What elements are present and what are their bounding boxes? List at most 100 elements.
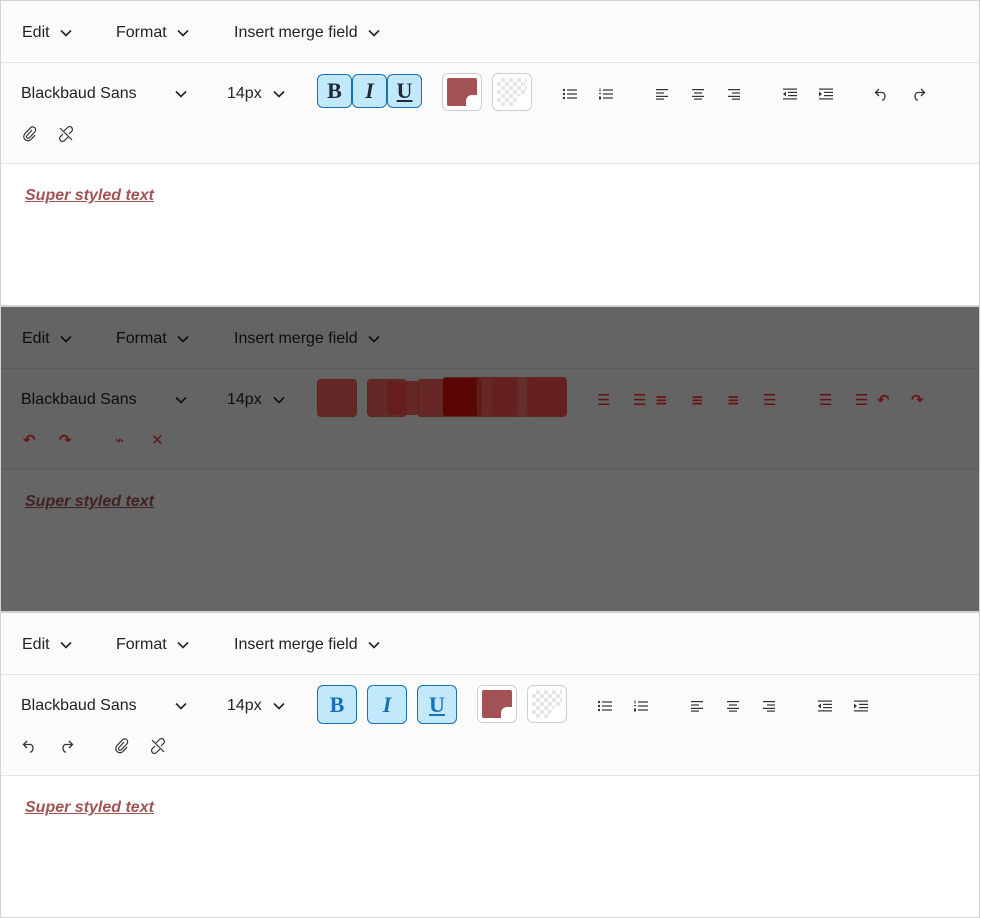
bold-button[interactable]: B — [317, 685, 357, 724]
unlink-icon[interactable] — [56, 124, 76, 144]
font-size-value: 14px — [227, 85, 262, 102]
chevron-down-icon — [60, 641, 72, 649]
font-family-select[interactable]: Blackbaud Sans — [21, 389, 187, 411]
chevron-down-icon — [175, 702, 187, 710]
indent-icon[interactable] — [816, 84, 836, 104]
insert-merge-field-menu[interactable]: Insert merge field — [234, 328, 380, 350]
menu-bar: Edit Format Insert merge field — [1, 613, 979, 675]
editor-content[interactable]: Super styled text — [1, 776, 979, 917]
font-color-picker[interactable] — [442, 73, 482, 111]
redo-icon[interactable]: ↷ — [911, 392, 924, 408]
indent-icon[interactable]: ☰ — [855, 392, 868, 408]
outdent-icon[interactable] — [780, 84, 800, 104]
chevron-down-icon — [175, 90, 187, 98]
chevron-down-icon — [368, 29, 380, 37]
edit-menu-label: Edit — [22, 636, 50, 653]
styled-text: Super styled text — [25, 799, 154, 816]
align-right-icon[interactable] — [759, 696, 779, 716]
editor-content[interactable]: Super styled text — [1, 164, 979, 305]
link-icon[interactable] — [112, 736, 132, 756]
indent-icon[interactable] — [851, 696, 871, 716]
align-center-icon[interactable] — [723, 696, 743, 716]
styled-text: Super styled text — [25, 493, 154, 510]
rich-text-editor: Edit Format Insert merge field Blackbaud… — [0, 0, 980, 306]
font-size-select[interactable]: 14px — [227, 83, 285, 105]
format-menu[interactable]: Format — [116, 634, 189, 656]
numbered-list-icon[interactable]: ☰ — [633, 392, 646, 408]
link-icon[interactable]: ⌁ — [115, 432, 124, 448]
picker-corner-icon — [516, 95, 528, 107]
bullet-list-icon[interactable] — [560, 84, 580, 104]
background-color-picker[interactable] — [527, 685, 567, 723]
link-icon[interactable] — [20, 124, 40, 144]
redo-icon[interactable] — [56, 736, 76, 756]
undo-icon[interactable] — [872, 84, 892, 104]
align-center-icon[interactable]: ≡ — [691, 392, 704, 408]
edit-menu[interactable]: Edit — [22, 22, 72, 44]
bold-label: B — [327, 78, 342, 103]
edit-menu-label: Edit — [22, 24, 50, 41]
font-family-select[interactable]: Blackbaud Sans — [21, 695, 187, 717]
chevron-down-icon — [368, 641, 380, 649]
font-size-value: 14px — [227, 391, 262, 408]
italic-label: I — [365, 78, 374, 103]
align-left-icon[interactable] — [652, 84, 672, 104]
numbered-list-icon[interactable] — [631, 696, 651, 716]
unlink-icon[interactable]: ✕ — [151, 432, 164, 448]
redo-icon[interactable]: ↷ — [59, 432, 72, 448]
rich-text-editor-highlighted: Edit Format Insert merge field Blackbaud… — [0, 306, 980, 612]
bullet-list-icon[interactable]: ☰ — [597, 392, 610, 408]
font-family-value: Blackbaud Sans — [21, 85, 137, 102]
bold-label: B — [329, 691, 345, 717]
align-right-icon[interactable]: ≡ — [727, 392, 740, 408]
indent-icon[interactable]: ☰ — [819, 392, 832, 408]
font-size-value: 14px — [227, 697, 262, 714]
font-color-picker-highlight[interactable] — [442, 377, 482, 417]
styled-text: Super styled text — [25, 187, 154, 204]
italic-button[interactable]: I — [352, 74, 387, 108]
redo-icon[interactable] — [908, 84, 928, 104]
outdent-icon[interactable]: ☰ — [763, 392, 776, 408]
chevron-down-icon — [177, 641, 189, 649]
undo-icon[interactable]: ↶ — [877, 392, 890, 408]
align-right-icon[interactable] — [724, 84, 744, 104]
format-menu-label: Format — [116, 330, 167, 347]
bullet-list-icon[interactable] — [595, 696, 615, 716]
font-size-select[interactable]: 14px — [227, 389, 285, 411]
format-menu-label: Format — [116, 24, 167, 41]
format-menu[interactable]: Format — [116, 22, 189, 44]
background-color-picker-highlight[interactable] — [527, 377, 567, 417]
align-center-icon[interactable] — [688, 84, 708, 104]
edit-menu[interactable]: Edit — [22, 634, 72, 656]
rich-text-editor: Edit Format Insert merge field Blackbaud… — [0, 612, 980, 918]
chevron-down-icon — [175, 396, 187, 404]
italic-button[interactable]: I — [367, 685, 407, 724]
undo-icon[interactable] — [20, 736, 40, 756]
insert-merge-field-menu[interactable]: Insert merge field — [234, 22, 380, 44]
font-family-select[interactable]: Blackbaud Sans — [21, 83, 187, 105]
editor-content[interactable]: Super styled text — [1, 470, 979, 611]
undo-icon[interactable]: ↶ — [23, 432, 36, 448]
underline-button[interactable]: U — [387, 74, 422, 108]
bold-button-highlight[interactable] — [317, 379, 357, 417]
align-left-icon[interactable]: ≡ — [655, 392, 668, 408]
edit-menu[interactable]: Edit — [22, 328, 72, 350]
chevron-down-icon — [60, 29, 72, 37]
outdent-icon[interactable] — [815, 696, 835, 716]
chevron-down-icon — [60, 335, 72, 343]
font-size-select[interactable]: 14px — [227, 695, 285, 717]
picker-corner-icon — [501, 707, 513, 719]
italic-label: I — [382, 691, 392, 717]
numbered-list-icon[interactable] — [596, 84, 616, 104]
unlink-icon[interactable] — [148, 736, 168, 756]
insert-merge-field-menu[interactable]: Insert merge field — [234, 634, 380, 656]
font-color-picker[interactable] — [477, 685, 517, 723]
background-color-picker[interactable] — [492, 73, 532, 111]
format-menu[interactable]: Format — [116, 328, 189, 350]
underline-button[interactable]: U — [417, 685, 457, 724]
bold-button[interactable]: B — [317, 74, 352, 108]
menu-bar: Edit Format Insert merge field — [1, 1, 979, 63]
underline-button-highlight[interactable] — [387, 381, 419, 415]
align-left-icon[interactable] — [687, 696, 707, 716]
background-color-highlight[interactable] — [492, 377, 532, 417]
